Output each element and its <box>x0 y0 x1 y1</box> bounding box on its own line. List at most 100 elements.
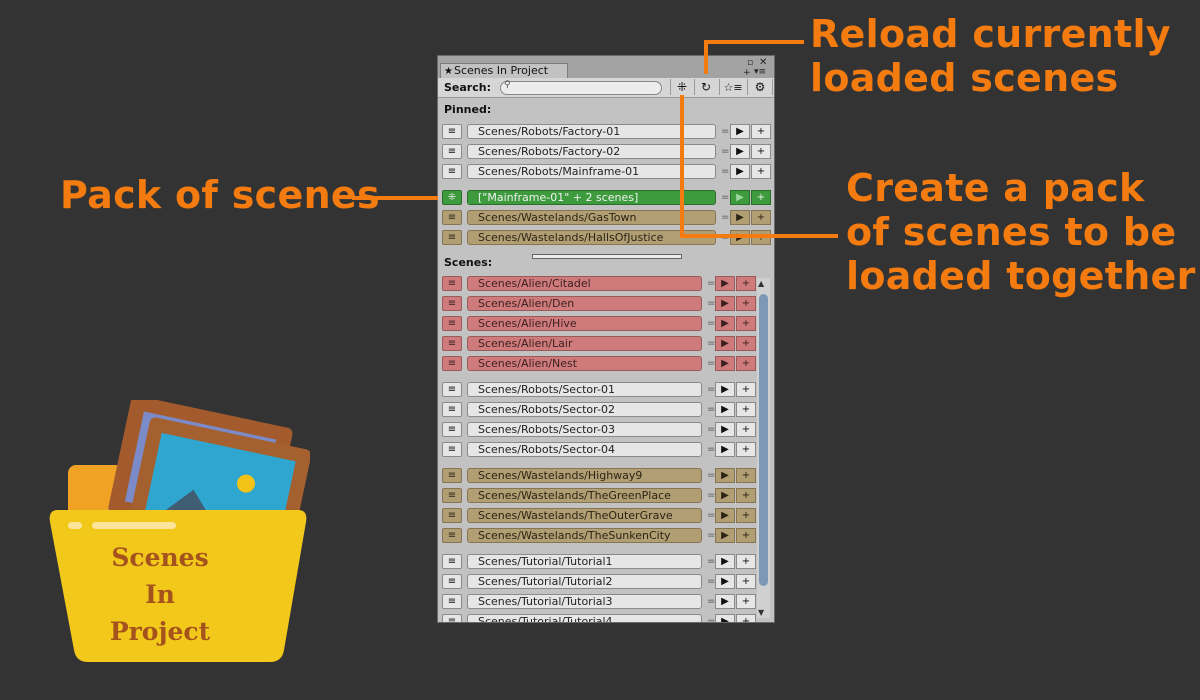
window-tab[interactable]: ★Scenes In Project <box>440 63 568 78</box>
scene-name-button[interactable]: Scenes/Tutorial/Tutorial1 <box>467 554 702 569</box>
scene-name-button[interactable]: Scenes/Wastelands/TheGreenPlace <box>467 488 702 503</box>
scene-menu-button[interactable]: ≡ <box>442 230 462 245</box>
play-scene-button[interactable]: ▶ <box>715 422 735 437</box>
play-scene-button[interactable]: ▶ <box>715 382 735 397</box>
scene-name-button[interactable]: Scenes/Tutorial/Tutorial3 <box>467 594 702 609</box>
scene-name-button[interactable]: ["Mainframe-01" + 2 scenes] <box>467 190 716 205</box>
pack-scenes-button[interactable]: ⁜ <box>670 79 693 95</box>
play-scene-button[interactable]: ▶ <box>715 574 735 589</box>
add-scene-button[interactable]: + <box>736 594 756 609</box>
scene-name-button[interactable]: Scenes/Wastelands/TheSunkenCity <box>467 528 702 543</box>
play-scene-button[interactable]: ▶ <box>715 614 735 622</box>
scene-menu-button[interactable]: ≡ <box>442 296 462 311</box>
scene-menu-button[interactable]: ≡ <box>442 554 462 569</box>
drag-handle-icon[interactable]: = <box>721 144 729 159</box>
vertical-scrollbar[interactable]: ▲ ▼ <box>757 278 770 618</box>
scene-menu-button[interactable]: ≡ <box>442 382 462 397</box>
scene-name-button[interactable]: Scenes/Wastelands/Highway9 <box>467 468 702 483</box>
drag-handle-icon[interactable]: = <box>721 210 729 225</box>
scene-name-button[interactable]: Scenes/Robots/Sector-03 <box>467 422 702 437</box>
scroll-down-icon[interactable]: ▼ <box>758 608 764 617</box>
add-scene-button[interactable]: + <box>751 190 771 205</box>
add-scene-button[interactable]: + <box>736 356 756 371</box>
scene-menu-button[interactable]: ≡ <box>442 144 462 159</box>
scene-menu-button[interactable]: ≡ <box>442 468 462 483</box>
play-scene-button[interactable]: ▶ <box>715 276 735 291</box>
play-scene-button[interactable]: ▶ <box>730 144 750 159</box>
scene-name-button[interactable]: Scenes/Robots/Sector-04 <box>467 442 702 457</box>
play-scene-button[interactable]: ▶ <box>715 442 735 457</box>
add-scene-button[interactable]: + <box>736 296 756 311</box>
drag-handle-icon[interactable]: = <box>721 190 729 205</box>
scene-name-button[interactable]: Scenes/Wastelands/HallsOfJustice <box>467 230 716 245</box>
drag-handle-icon[interactable]: = <box>721 164 729 179</box>
scene-name-button[interactable]: Scenes/Robots/Factory-01 <box>467 124 716 139</box>
add-scene-button[interactable]: + <box>751 144 771 159</box>
play-scene-button[interactable]: ▶ <box>730 190 750 205</box>
scene-menu-button[interactable]: ≡ <box>442 276 462 291</box>
add-tab-icon[interactable]: + <box>743 69 751 78</box>
pack-menu-button[interactable]: ⁜ <box>442 190 462 205</box>
scene-menu-button[interactable]: ≡ <box>442 422 462 437</box>
add-scene-button[interactable]: + <box>736 422 756 437</box>
scene-name-button[interactable]: Scenes/Robots/Factory-02 <box>467 144 716 159</box>
add-scene-button[interactable]: + <box>736 614 756 622</box>
add-scene-button[interactable]: + <box>736 382 756 397</box>
reload-scenes-button[interactable]: ↻ <box>694 79 717 95</box>
maximize-icon[interactable]: ▫ <box>747 59 753 68</box>
add-scene-button[interactable]: + <box>751 210 771 225</box>
scene-name-button[interactable]: Scenes/Alien/Hive <box>467 316 702 331</box>
scene-menu-button[interactable]: ≡ <box>442 528 462 543</box>
add-scene-button[interactable]: + <box>736 574 756 589</box>
play-scene-button[interactable]: ▶ <box>715 508 735 523</box>
scene-name-button[interactable]: Scenes/Alien/Nest <box>467 356 702 371</box>
add-scene-button[interactable]: + <box>736 488 756 503</box>
scene-menu-button[interactable]: ≡ <box>442 316 462 331</box>
play-scene-button[interactable]: ▶ <box>730 164 750 179</box>
add-scene-button[interactable]: + <box>736 336 756 351</box>
scene-menu-button[interactable]: ≡ <box>442 508 462 523</box>
play-scene-button[interactable]: ▶ <box>730 210 750 225</box>
scene-name-button[interactable]: Scenes/Alien/Citadel <box>467 276 702 291</box>
window-menu-icon[interactable]: ▾≡ <box>754 68 766 77</box>
scene-menu-button[interactable]: ≡ <box>442 488 462 503</box>
scene-menu-button[interactable]: ≡ <box>442 124 462 139</box>
play-scene-button[interactable]: ▶ <box>715 336 735 351</box>
add-scene-button[interactable]: + <box>736 402 756 417</box>
scene-menu-button[interactable]: ≡ <box>442 356 462 371</box>
scene-name-button[interactable]: Scenes/Wastelands/TheOuterGrave <box>467 508 702 523</box>
scene-menu-button[interactable]: ≡ <box>442 594 462 609</box>
scene-menu-button[interactable]: ≡ <box>442 164 462 179</box>
scene-name-button[interactable]: Scenes/Alien/Den <box>467 296 702 311</box>
add-scene-button[interactable]: + <box>736 508 756 523</box>
scene-name-button[interactable]: Scenes/Robots/Mainframe-01 <box>467 164 716 179</box>
play-scene-button[interactable]: ▶ <box>715 528 735 543</box>
add-scene-button[interactable]: + <box>736 554 756 569</box>
scene-name-button[interactable]: Scenes/Tutorial/Tutorial4 <box>467 614 702 622</box>
scrollbar-thumb[interactable] <box>759 294 768 586</box>
play-scene-button[interactable]: ▶ <box>715 316 735 331</box>
scroll-up-icon[interactable]: ▲ <box>758 279 764 288</box>
play-scene-button[interactable]: ▶ <box>715 594 735 609</box>
scene-menu-button[interactable]: ≡ <box>442 442 462 457</box>
scene-menu-button[interactable]: ≡ <box>442 336 462 351</box>
play-scene-button[interactable]: ▶ <box>730 124 750 139</box>
add-scene-button[interactable]: + <box>751 124 771 139</box>
drag-handle-icon[interactable]: = <box>721 124 729 139</box>
play-scene-button[interactable]: ▶ <box>715 488 735 503</box>
play-scene-button[interactable]: ▶ <box>715 296 735 311</box>
scene-name-button[interactable]: Scenes/Wastelands/GasTown <box>467 210 716 225</box>
favorites-list-button[interactable]: ☆≡ <box>719 79 746 95</box>
close-icon[interactable]: ✕ <box>759 58 767 68</box>
add-scene-button[interactable]: + <box>751 164 771 179</box>
add-scene-button[interactable]: + <box>736 316 756 331</box>
scene-name-button[interactable]: Scenes/Robots/Sector-01 <box>467 382 702 397</box>
add-scene-button[interactable]: + <box>736 276 756 291</box>
scene-menu-button[interactable]: ≡ <box>442 574 462 589</box>
settings-button[interactable]: ⚙ <box>747 79 773 95</box>
add-scene-button[interactable]: + <box>736 528 756 543</box>
scene-menu-button[interactable]: ≡ <box>442 210 462 225</box>
scene-name-button[interactable]: Scenes/Robots/Sector-02 <box>467 402 702 417</box>
search-input[interactable]: ⚲ <box>500 80 662 95</box>
play-scene-button[interactable]: ▶ <box>715 468 735 483</box>
